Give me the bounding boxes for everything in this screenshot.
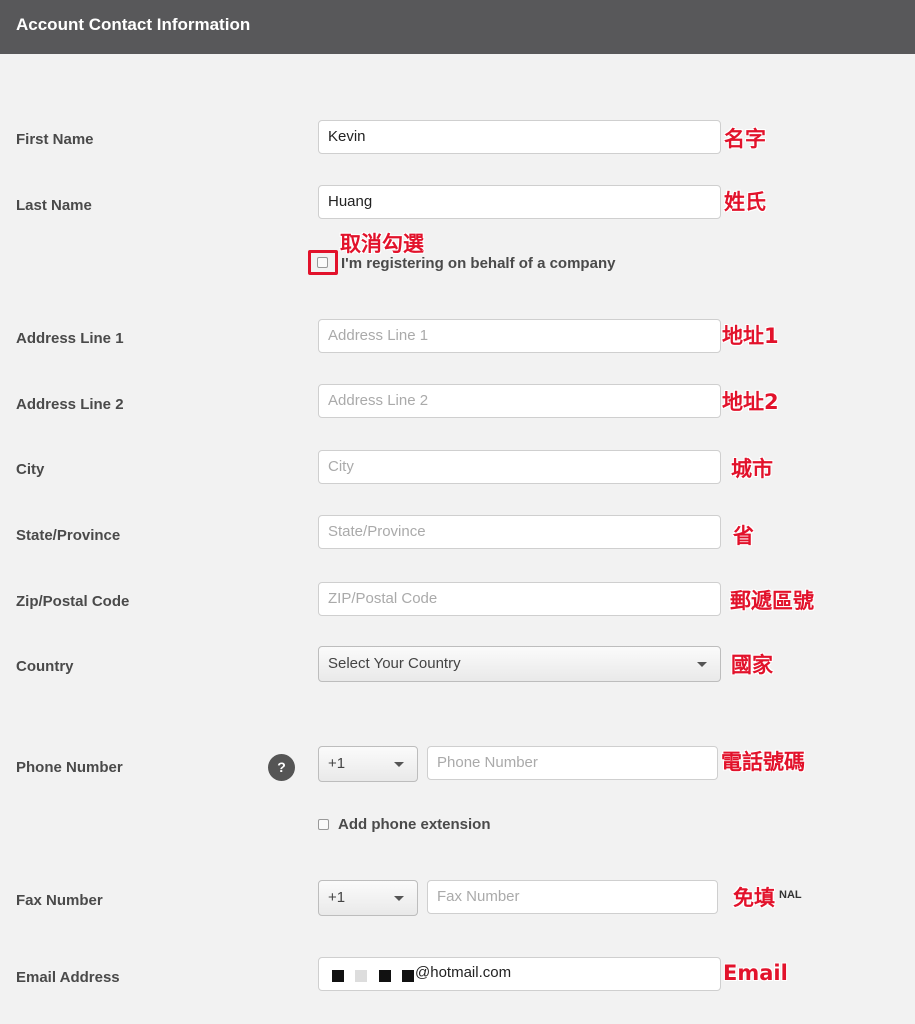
address2-annotation: 地址2 bbox=[722, 390, 779, 414]
phone-extension-label[interactable]: Add phone extension bbox=[338, 816, 491, 833]
email-label: Email Address bbox=[16, 969, 120, 986]
country-annotation: 國家 bbox=[731, 653, 773, 677]
redaction-mark bbox=[402, 970, 414, 982]
help-icon[interactable]: ? bbox=[268, 754, 295, 781]
state-input[interactable]: State/Province bbox=[318, 515, 721, 549]
address1-input[interactable]: Address Line 1 bbox=[318, 319, 721, 353]
phone-code-value: +1 bbox=[328, 755, 346, 772]
first-name-input[interactable]: Kevin bbox=[318, 120, 721, 154]
fax-code-value: +1 bbox=[328, 889, 346, 906]
city-annotation: 城市 bbox=[731, 457, 773, 481]
zip-label: Zip/Postal Code bbox=[16, 593, 130, 610]
fax-label: Fax Number bbox=[16, 892, 103, 909]
last-name-label: Last Name bbox=[16, 197, 92, 214]
email-value: @hotmail.com bbox=[415, 964, 512, 981]
zip-annotation: 郵遞區號 bbox=[730, 589, 814, 613]
phone-input[interactable]: Phone Number bbox=[427, 746, 718, 780]
last-name-annotation: 姓氏 bbox=[724, 190, 766, 214]
first-name-annotation: 名字 bbox=[724, 127, 766, 151]
address2-input[interactable]: Address Line 2 bbox=[318, 384, 721, 418]
redaction-mark bbox=[332, 970, 344, 982]
fax-input[interactable]: Fax Number bbox=[427, 880, 718, 914]
chevron-down-icon bbox=[394, 896, 404, 901]
first-name-label: First Name bbox=[16, 131, 94, 148]
address2-label: Address Line 2 bbox=[16, 396, 124, 413]
company-checkbox[interactable] bbox=[317, 257, 328, 268]
redaction-mark bbox=[355, 970, 367, 982]
section-header: Account Contact Information bbox=[0, 0, 915, 54]
fax-annotation-suffix: NAL bbox=[779, 889, 802, 901]
phone-code-select[interactable]: +1 bbox=[318, 746, 418, 782]
city-input[interactable]: City bbox=[318, 450, 721, 484]
uncheck-annotation: 取消勾選 bbox=[340, 232, 424, 256]
state-annotation: 省 bbox=[733, 524, 754, 548]
country-label: Country bbox=[16, 658, 74, 675]
company-checkbox-label[interactable]: I'm registering on behalf of a company bbox=[341, 255, 615, 272]
fax-code-select[interactable]: +1 bbox=[318, 880, 418, 916]
country-select[interactable]: Select Your Country bbox=[318, 646, 721, 682]
redaction-mark bbox=[379, 970, 391, 982]
city-label: City bbox=[16, 461, 45, 478]
country-select-value: Select Your Country bbox=[328, 655, 461, 672]
last-name-input[interactable]: Huang bbox=[318, 185, 721, 219]
fax-annotation: 免填 bbox=[733, 886, 775, 910]
email-annotation: Email bbox=[723, 961, 788, 985]
phone-label: Phone Number bbox=[16, 759, 123, 776]
address1-label: Address Line 1 bbox=[16, 330, 124, 347]
address1-annotation: 地址1 bbox=[722, 324, 779, 348]
chevron-down-icon bbox=[394, 762, 404, 767]
state-label: State/Province bbox=[16, 527, 121, 544]
phone-extension-checkbox[interactable] bbox=[318, 819, 329, 830]
chevron-down-icon bbox=[697, 662, 707, 667]
phone-annotation: 電話號碼 bbox=[721, 750, 805, 774]
section-title: Account Contact Information bbox=[16, 15, 251, 34]
zip-input[interactable]: ZIP/Postal Code bbox=[318, 582, 721, 616]
